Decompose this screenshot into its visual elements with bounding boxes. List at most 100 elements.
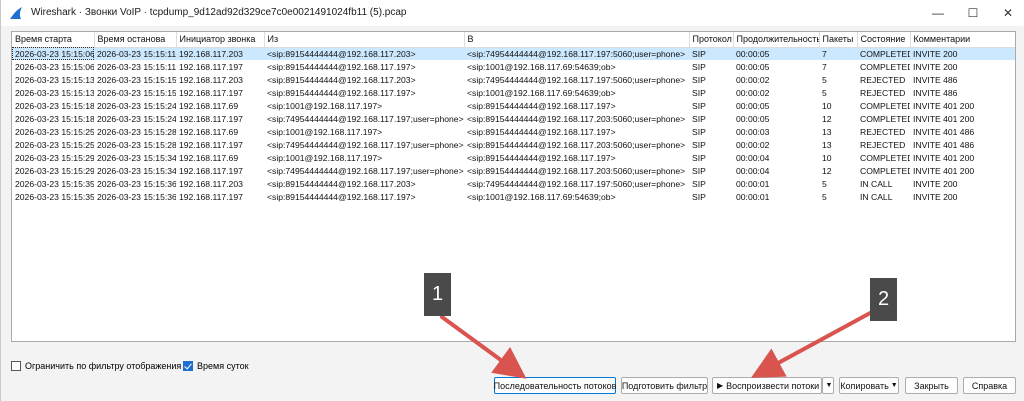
cell-comments: INVITE 401 200 [913,165,975,176]
cell-stop-time: 2026-03-23 15:15:24 [97,113,176,124]
column-header-state[interactable]: Состояние [857,32,911,48]
close-window-button[interactable]: ✕ [991,0,1024,26]
prepare-filter-button[interactable]: Подготовить фильтр [621,377,708,394]
help-button[interactable]: Справка [963,377,1016,394]
table-row[interactable]: 2026-03-23 15:15:06 2026-03-23 15:15:11 19… [12,47,1015,60]
cell-comments: INVITE 200 [913,61,958,72]
cell-initiator: 192.168.117.197 [179,61,243,72]
calls-table-container[interactable]: Время старта Время останова Инициатор зв… [11,31,1016,342]
cell-from: <sip:89154444444@192.168.117.203> [267,178,416,189]
column-header-protocol[interactable]: Протокол [689,32,734,48]
cell-duration: 00:00:05 [733,47,819,60]
cell-start-time: 2026-03-23 15:15:25 [15,139,94,150]
column-header-to[interactable]: В [464,32,690,48]
cell-protocol: SIP [692,74,706,85]
cell-stop-time: 2026-03-23 15:15:15 [97,74,176,85]
table-row[interactable]: 2026-03-23 15:15:25 2026-03-23 15:15:28 19… [12,125,1015,138]
window-title: Wireshark · Звонки VoIP · tcpdump_9d12ad… [31,7,407,18]
chevron-down-icon: ▼ [825,382,833,389]
chevron-down-icon: ▼ [890,382,898,389]
cell-initiator: 192.168.117.203 [179,74,243,85]
time-of-day-option[interactable]: Время суток [183,361,249,371]
table-row[interactable]: 2026-03-23 15:15:18 2026-03-23 15:15:24 19… [12,99,1015,112]
cell-packets: 7 [822,61,827,72]
column-header-packets[interactable]: Пакеты [819,32,858,48]
play-streams-button[interactable]: ▶ Воспроизвести потоки [712,377,822,394]
cell-initiator: 192.168.117.197 [179,139,243,150]
table-row[interactable]: 2026-03-23 15:15:13 2026-03-23 15:15:15 19… [12,86,1015,99]
cell-from: <sip:74954444444@192.168.117.197;user=ph… [267,113,464,124]
minimize-button[interactable]: — [921,0,955,26]
cell-start-time: 2026-03-23 15:15:06 [12,47,94,60]
column-header-start-time[interactable]: Время старта [12,32,95,48]
cell-to: <sip:74954444444@192.168.117.197:5060;us… [467,178,686,189]
cell-protocol: SIP [692,126,706,137]
cell-stop-time: 2026-03-23 15:15:24 [97,100,176,111]
cell-initiator: 192.168.117.203 [176,47,264,60]
annotation-badge-1: 1 [424,273,451,316]
cell-initiator: 192.168.117.69 [179,152,239,163]
limit-to-filter-checkbox[interactable] [11,361,21,371]
play-streams-dropdown-button[interactable]: ▼ [822,377,834,394]
table-row[interactable]: 2026-03-23 15:15:25 2026-03-23 15:15:28 19… [12,138,1015,151]
cell-state: REJECTED [860,87,906,98]
cell-protocol: SIP [692,139,706,150]
cell-stop-time: 2026-03-23 15:15:11 [97,61,176,72]
cell-to: <sip:74954444444@192.168.117.197:5060;us… [464,47,689,60]
cell-stop-time: 2026-03-23 15:15:15 [97,87,176,98]
column-header-initiator[interactable]: Инициатор звонка [176,32,265,48]
limit-to-filter-option[interactable]: Ограничить по фильтру отображения [11,361,181,371]
time-of-day-checkbox[interactable] [183,361,193,371]
cell-stop-time: 2026-03-23 15:15:36 [97,178,176,189]
cell-start-time: 2026-03-23 15:15:06 [15,61,94,72]
cell-packets: 5 [822,87,827,98]
cell-state: COMPLETED [860,152,910,163]
table-row[interactable]: 2026-03-23 15:15:18 2026-03-23 15:15:24 19… [12,112,1015,125]
title-bar: Wireshark · Звонки VoIP · tcpdump_9d12ad… [1,0,1024,26]
cell-comments: INVITE 200 [913,178,958,189]
table-row[interactable]: 2026-03-23 15:15:13 2026-03-23 15:15:15 19… [12,73,1015,86]
cell-comments: INVITE 401 200 [913,100,975,111]
cell-duration: 00:00:05 [736,100,770,111]
flow-sequence-button[interactable]: Последовательность потоков [494,377,616,394]
play-streams-label: Воспроизвести потоки [726,380,820,391]
maximize-button[interactable]: ☐ [956,0,990,26]
table-row[interactable]: 2026-03-23 15:15:06 2026-03-23 15:15:11 19… [12,60,1015,73]
cell-duration: 00:00:02 [736,139,770,150]
table-header-row: Время старта Время останова Инициатор зв… [12,32,1015,48]
cell-duration: 00:00:03 [736,126,770,137]
cell-start-time: 2026-03-23 15:15:18 [15,113,94,124]
cell-start-time: 2026-03-23 15:15:18 [15,100,94,111]
cell-duration: 00:00:02 [736,87,770,98]
cell-comments: INVITE 486 [913,87,958,98]
cell-stop-time: 2026-03-23 15:15:28 [97,139,176,150]
cell-start-time: 2026-03-23 15:15:13 [15,87,94,98]
cell-to: <sip:89154444444@192.168.117.197> [467,100,616,111]
column-header-from[interactable]: Из [264,32,465,48]
cell-comments: INVITE 401 200 [913,152,975,163]
table-row[interactable]: 2026-03-23 15:15:29 2026-03-23 15:15:34 19… [12,164,1015,177]
cell-to: <sip:89154444444@192.168.117.197> [467,126,616,137]
column-header-comments[interactable]: Комментарии [910,32,1015,48]
cell-state: REJECTED [860,139,906,150]
cell-initiator: 192.168.117.203 [179,178,243,189]
cell-from: <sip:1001@192.168.117.197> [267,126,383,137]
table-row[interactable]: 2026-03-23 15:15:35 2026-03-23 15:15:36 19… [12,177,1015,190]
cell-from: <sip:89154444444@192.168.117.203> [264,47,464,60]
table-row[interactable]: 2026-03-23 15:15:29 2026-03-23 15:15:34 19… [12,151,1015,164]
time-of-day-label: Время суток [197,361,249,371]
cell-initiator: 192.168.117.69 [179,126,239,137]
cell-to: <sip:89154444444@192.168.117.203:5060;us… [467,113,686,124]
table-row[interactable]: 2026-03-23 15:15:35 2026-03-23 15:15:36 19… [12,190,1015,203]
cell-from: <sip:1001@192.168.117.197> [267,152,383,163]
cell-duration: 00:00:05 [736,61,770,72]
copy-button[interactable]: Копировать ▼ [839,377,899,394]
column-header-stop-time[interactable]: Время останова [94,32,177,48]
cell-state: COMPLETED [860,165,910,176]
cell-from: <sip:89154444444@192.168.117.197> [267,191,416,202]
cell-stop-time: 2026-03-23 15:15:36 [97,191,176,202]
close-button[interactable]: Закрыть [905,377,958,394]
wireshark-fin-icon [9,6,23,20]
column-header-duration[interactable]: Продолжительность [733,32,820,48]
copy-label: Копировать [840,380,889,391]
